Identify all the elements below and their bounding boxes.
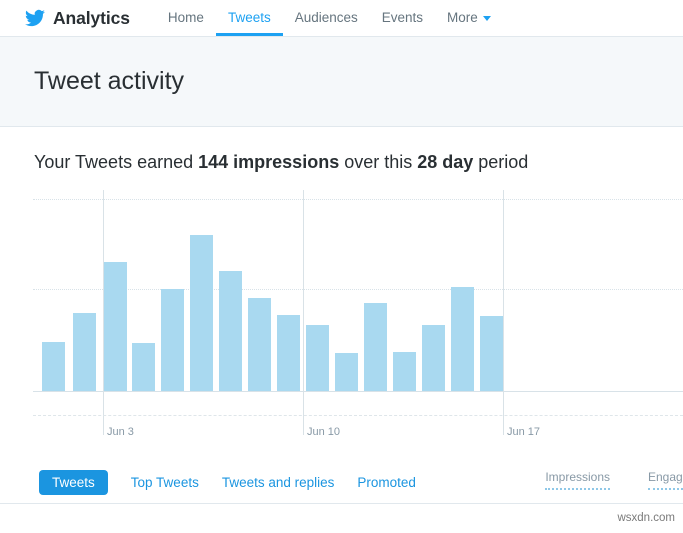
nav-item-audiences[interactable]: Audiences — [283, 0, 370, 36]
nav-item-more-label: More — [447, 10, 478, 25]
chart-bar[interactable] — [190, 235, 213, 391]
page-title: Tweet activity — [34, 67, 185, 95]
chart-bar[interactable] — [393, 352, 416, 391]
tab-tweets-and-replies[interactable]: Tweets and replies — [222, 475, 335, 490]
nav-item-tweets[interactable]: Tweets — [215, 0, 283, 36]
chart-week-divider — [303, 190, 304, 435]
chart-bar[interactable] — [451, 287, 474, 391]
chart-bottom-rule — [33, 415, 683, 416]
chart-bar[interactable] — [306, 325, 329, 391]
metric-selector: Impressions Engagements — [545, 470, 683, 490]
nav-items: Home Tweets Audiences Events More — [156, 0, 503, 37]
chart-week-divider — [503, 190, 504, 435]
chevron-down-icon — [482, 15, 491, 21]
gridline-upper — [33, 199, 683, 200]
chart-bar[interactable] — [161, 289, 184, 391]
gridline-middle — [33, 289, 683, 290]
chart-bar[interactable] — [104, 262, 127, 391]
chart-bar[interactable] — [422, 325, 445, 391]
chart-bar[interactable] — [335, 353, 358, 391]
summary-line: Your Tweets earned 144 impressions over … — [0, 127, 683, 171]
nav-item-more[interactable]: More — [435, 0, 503, 36]
nav-item-home[interactable]: Home — [156, 0, 216, 36]
summary-period: 28 day — [417, 152, 474, 172]
twitter-bird-icon — [25, 9, 45, 27]
chart-bar[interactable] — [219, 271, 242, 391]
summary-impressions: 144 impressions — [198, 152, 340, 172]
chart-x-tick-label: Jun 3 — [107, 426, 134, 438]
watermark: wsxdn.com — [617, 512, 675, 524]
chart-bar[interactable] — [248, 298, 271, 391]
chart-baseline — [33, 391, 683, 392]
chart-bar[interactable] — [364, 303, 387, 391]
chart-bar[interactable] — [42, 342, 65, 391]
chart-bar[interactable] — [480, 316, 503, 391]
page-title-band: Tweet activity — [0, 37, 683, 127]
chart-bar[interactable] — [277, 315, 300, 391]
metric-impressions[interactable]: Impressions — [545, 470, 610, 490]
chart-bar[interactable] — [132, 343, 155, 391]
tweet-activity-chart: Jun 3 Jun 10 Jun 17 — [0, 190, 683, 452]
metric-engagements[interactable]: Engagements — [648, 470, 683, 490]
top-navigation-bar: Analytics Home Tweets Audiences Events M… — [0, 0, 683, 37]
summary-suffix: period — [473, 152, 529, 172]
tab-tweets[interactable]: Tweets — [39, 470, 108, 495]
tab-top-tweets[interactable]: Top Tweets — [131, 475, 199, 490]
chart-bar[interactable] — [73, 313, 96, 391]
tab-promoted[interactable]: Promoted — [357, 475, 416, 490]
chart-x-tick-label: Jun 17 — [507, 426, 541, 438]
nav-item-events[interactable]: Events — [370, 0, 435, 36]
summary-prefix: Your Tweets earned — [34, 152, 199, 172]
brand-name: Analytics — [53, 7, 130, 28]
brand-logo[interactable]: Analytics — [24, 8, 130, 29]
chart-plot-area — [33, 190, 683, 435]
summary-middle: over this — [339, 152, 418, 172]
chart-x-tick-label: Jun 10 — [307, 426, 341, 438]
